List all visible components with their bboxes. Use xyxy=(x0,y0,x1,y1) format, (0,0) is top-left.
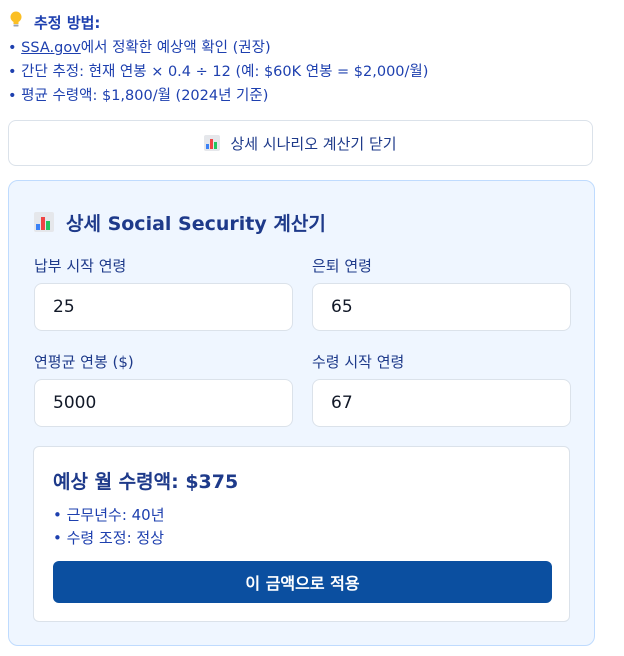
tips-title-text: 추정 방법: xyxy=(34,14,101,32)
tip-line-ssa-rest: 에서 정확한 예상액 확인 (권장) xyxy=(80,40,271,56)
bar-chart-icon xyxy=(204,135,221,151)
calculator-title: 상세 Social Security 계산기 xyxy=(34,207,326,237)
claim-age-label: 수령 시작 연령 xyxy=(312,353,405,371)
tip-line-average: • 평균 수령액: $1,800/월 (2024년 기준) xyxy=(8,88,269,104)
retire-age-label: 은퇴 연령 xyxy=(312,257,372,275)
social-security-calculator-panel: 상세 Social Security 계산기 납부 시작 연령 은퇴 연령 연평… xyxy=(8,180,595,646)
retire-age-input[interactable] xyxy=(312,283,571,331)
tip-line-ssa: • SSA.gov에서 정확한 예상액 확인 (권장) xyxy=(8,36,608,60)
claim-age-input[interactable] xyxy=(312,379,571,427)
claim-adjustment: • 수령 조정: 정상 xyxy=(53,529,165,547)
tips-title: 추정 방법: xyxy=(8,10,608,36)
start-age-input[interactable] xyxy=(34,283,293,331)
bar-chart-icon xyxy=(34,212,54,232)
years-worked: • 근무년수: 40년 xyxy=(53,506,165,524)
toggle-label: 상세 시나리오 계산기 닫기 xyxy=(230,134,397,153)
apply-amount-button[interactable]: 이 금액으로 적용 xyxy=(53,561,552,603)
estimation-tips: 추정 방법: • SSA.gov에서 정확한 예상액 확인 (권장) • 간단 … xyxy=(8,10,608,108)
ssa-gov-link[interactable]: SSA.gov xyxy=(21,40,81,56)
close-scenario-calculator-button[interactable]: 상세 시나리오 계산기 닫기 xyxy=(8,120,593,166)
avg-salary-label: 연평균 연봉 ($) xyxy=(34,353,134,371)
start-age-label: 납부 시작 연령 xyxy=(34,257,127,275)
result-card: 예상 월 수령액: $375 • 근무년수: 40년 • 수령 조정: 정상 이… xyxy=(33,446,570,622)
estimated-monthly-benefit: 예상 월 수령액: $375 xyxy=(53,471,239,493)
calculator-title-text: 상세 Social Security 계산기 xyxy=(66,212,326,235)
bullet: • xyxy=(8,40,22,56)
avg-salary-input[interactable] xyxy=(34,379,293,427)
lightbulb-icon xyxy=(8,10,28,37)
tip-line-simple-estimate: • 간단 추정: 현재 연봉 × 0.4 ÷ 12 (예: $60K 연봉 = … xyxy=(8,64,429,80)
